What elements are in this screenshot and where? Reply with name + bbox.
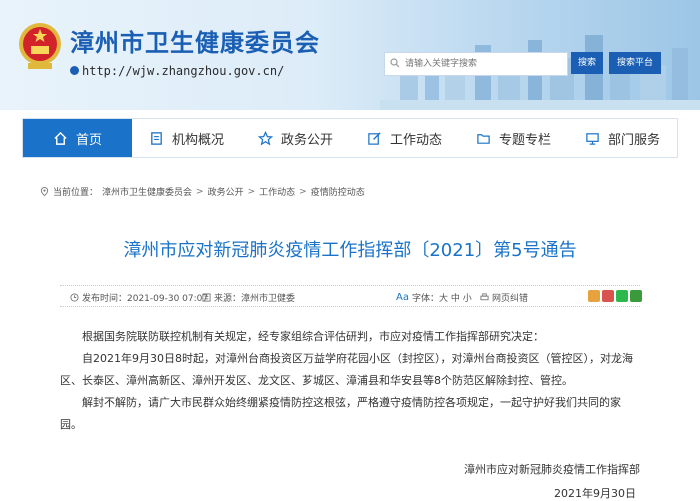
breadcrumb: 当前位置： 漳州市卫生健康委员会 > 政务公开 > 工作动态 > 疫情防控动态 <box>40 185 365 198</box>
document-icon <box>151 131 162 145</box>
star-icon <box>257 130 273 145</box>
weibo-share-icon[interactable] <box>602 290 614 302</box>
article-title: 漳州市应对新冠肺炎疫情工作指挥部〔2021〕第5号通告 <box>123 240 577 261</box>
folder-icon <box>477 133 490 144</box>
nav-item-label: 政务公开 <box>280 132 333 148</box>
breadcrumb-separator: > <box>299 186 307 197</box>
publish-time: 发布时间：2021-09-30 07:07 <box>70 291 208 304</box>
nav-item-organization[interactable]: 机构概况 <box>132 119 241 157</box>
site-url[interactable]: http://wjw.zhangzhou.gov.cn/ <box>82 64 284 78</box>
article-date: 2021年9月30日 <box>554 487 636 500</box>
nav-item-label: 首页 <box>75 132 102 148</box>
location-pin-icon <box>40 186 49 197</box>
nav-item-department-services[interactable]: 部门服务 <box>568 119 677 157</box>
error-report-link[interactable]: 网页纠错 <box>480 291 528 304</box>
site-title[interactable]: 漳州市卫生健康委员会 <box>70 23 320 58</box>
nav-item-label: 专题专栏 <box>498 132 551 148</box>
share-more-icon[interactable] <box>630 290 642 302</box>
search-platform-button[interactable]: 搜索平台 <box>609 52 661 74</box>
error-report-text: 网页纠错 <box>492 294 529 304</box>
nav-item-government-affairs[interactable]: 政务公开 <box>241 119 350 157</box>
nav-item-label: 机构概况 <box>171 132 224 148</box>
font-size-icon: Aa <box>396 292 409 303</box>
national-emblem-icon <box>19 23 61 69</box>
nav-item-work-news[interactable]: 工作动态 <box>350 119 459 157</box>
globe-icon <box>70 66 79 75</box>
nav-item-label: 部门服务 <box>607 132 660 148</box>
article-meta-bar: 发布时间：2021-09-30 07:07 来源：漳州市卫健委 Aa 字体：大 … <box>60 285 642 307</box>
nav-item-special-topics[interactable]: 专题专栏 <box>459 119 568 157</box>
monitor-icon <box>586 132 599 145</box>
site-header: 漳州市卫生健康委员会 http://wjw.zhangzhou.gov.cn/ … <box>0 0 700 110</box>
breadcrumb-separator: > <box>196 186 204 197</box>
font-size-text[interactable]: 字体：大 中 小 <box>412 291 472 304</box>
edit-icon <box>368 131 381 145</box>
breadcrumb-prefix: 当前位置： <box>53 188 99 198</box>
breadcrumb-separator: > <box>247 186 256 197</box>
article-signature: 漳州市应对新冠肺炎疫情工作指挥部 <box>464 463 640 476</box>
breadcrumb-item-affairs[interactable]: 政务公开 <box>208 185 244 198</box>
breadcrumb-item-news[interactable]: 工作动态 <box>259 185 295 198</box>
search-input[interactable] <box>403 55 567 73</box>
article-paragraph: 根据国务院联防联控机制有关规定，经专家组综合评估研判，市应对疫情工作指挥部研究决… <box>82 330 544 343</box>
article-paragraph: 自2021年9月30日8时起，对漳州台商投资区万益学府花园小区（封控区），对漳州… <box>60 352 633 387</box>
qzone-share-icon[interactable] <box>588 290 600 302</box>
publish-time-text: 发布时间：2021-09-30 07:07 <box>82 294 209 304</box>
clock-icon <box>70 293 79 302</box>
search-icon <box>390 58 400 68</box>
wechat-share-icon[interactable] <box>616 290 628 302</box>
search-button[interactable]: 搜索 <box>571 52 603 74</box>
nav-item-label: 工作动态 <box>389 132 442 148</box>
breadcrumb-item-epidemic[interactable]: 疫情防控动态 <box>311 185 365 198</box>
nav-item-home[interactable]: 首页 <box>23 119 132 157</box>
article-source: 来源：漳州市卫健委 <box>202 291 295 304</box>
article-paragraph: 解封不解防，请广大市民群众始终绷紧疫情防控这根弦，严格遵守疫情防控各项规定，一起… <box>60 396 621 431</box>
printer-icon <box>480 293 489 301</box>
main-nav: 首页 机构概况 政务公开 工作动态 专题专栏 部门服务 <box>22 118 678 158</box>
article-body: 根据国务院联防联控机制有关规定，经专家组综合评估研判，市应对疫情工作指挥部研究决… <box>60 326 640 436</box>
font-size-control[interactable]: Aa 字体：大 中 小 <box>396 291 472 304</box>
source-icon <box>202 293 211 302</box>
search-box <box>384 52 568 76</box>
breadcrumb-item-home[interactable]: 漳州市卫生健康委员会 <box>102 185 192 198</box>
article-source-text: 来源：漳州市卫健委 <box>214 294 296 304</box>
home-icon <box>54 131 67 145</box>
